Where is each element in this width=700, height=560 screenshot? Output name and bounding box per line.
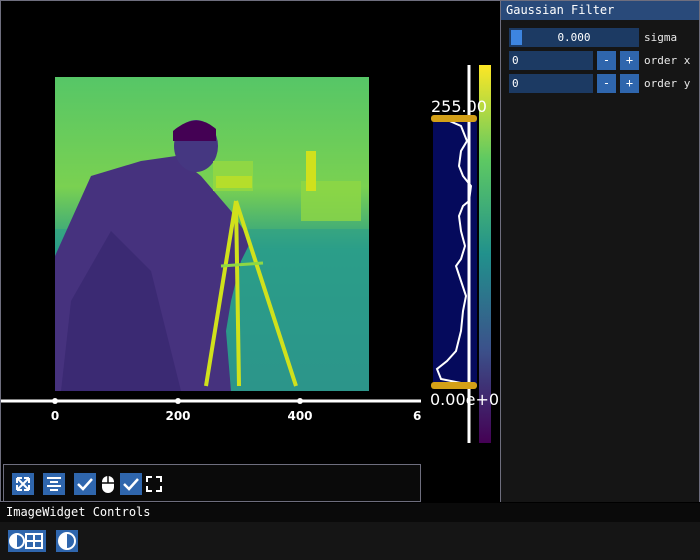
image-plot[interactable]: 0 200 400 60 255.00 0.00e+00 bbox=[1, 1, 501, 503]
image-canvas[interactable] bbox=[55, 77, 369, 391]
sigma-value: 0.000 bbox=[557, 31, 591, 44]
order-x-decrement-button[interactable]: - bbox=[597, 51, 616, 70]
x-tick-0-mark bbox=[52, 398, 58, 404]
x-tick-1-label: 200 bbox=[165, 409, 190, 423]
controls-body bbox=[0, 522, 700, 560]
order-y-increment-button[interactable]: + bbox=[620, 74, 639, 93]
colorbar[interactable]: 255.00 0.00e+00 bbox=[430, 65, 501, 443]
x-tick-1-mark bbox=[175, 398, 181, 404]
order-y-decrement-button[interactable]: - bbox=[597, 74, 616, 93]
contrast-button[interactable] bbox=[56, 530, 78, 552]
toggle-fullscreen-checkbox[interactable] bbox=[120, 473, 142, 495]
colormap-bar bbox=[479, 65, 491, 443]
x-tick-0-label: 0 bbox=[51, 409, 59, 423]
sigma-label: sigma bbox=[644, 31, 678, 44]
panel-title[interactable]: Gaussian Filter bbox=[501, 1, 699, 20]
order-y-input[interactable]: 0 bbox=[509, 74, 593, 93]
check-icon bbox=[77, 478, 93, 491]
fit-view-icon bbox=[16, 477, 30, 491]
order-x-label: order x bbox=[644, 54, 691, 67]
max-handle[interactable] bbox=[431, 115, 477, 122]
align-center-icon bbox=[47, 477, 61, 491]
gaussian-filter-panel: Gaussian Filter 0.000 sigma 0 - + order … bbox=[500, 0, 700, 502]
colormap-button[interactable] bbox=[8, 530, 46, 552]
colormap-icon bbox=[9, 533, 43, 549]
image-toolbar bbox=[3, 464, 421, 502]
x-axis: 0 200 400 60 bbox=[1, 398, 430, 423]
colorbar-min-label: 0.00e+00 bbox=[430, 390, 501, 409]
toggle-mouse-checkbox[interactable] bbox=[74, 473, 96, 495]
min-handle[interactable] bbox=[431, 382, 477, 389]
colorbar-max-label: 255.00 bbox=[431, 97, 487, 116]
fullscreen-icon bbox=[143, 473, 165, 495]
contrast-icon bbox=[58, 532, 76, 550]
x-tick-2-label: 400 bbox=[287, 409, 312, 423]
sigma-slider[interactable]: 0.000 bbox=[509, 28, 639, 47]
controls-title[interactable]: ImageWidget Controls bbox=[0, 503, 700, 522]
fit-view-button[interactable] bbox=[12, 473, 34, 495]
order-x-input[interactable]: 0 bbox=[509, 51, 593, 70]
x-tick-2-mark bbox=[297, 398, 303, 404]
order-x-increment-button[interactable]: + bbox=[620, 51, 639, 70]
align-center-button[interactable] bbox=[43, 473, 65, 495]
order-y-label: order y bbox=[644, 77, 691, 90]
mouse-icon bbox=[97, 473, 119, 495]
image-viewport[interactable]: 0 200 400 60 255.00 0.00e+00 bbox=[0, 0, 501, 503]
check-icon bbox=[123, 478, 139, 491]
